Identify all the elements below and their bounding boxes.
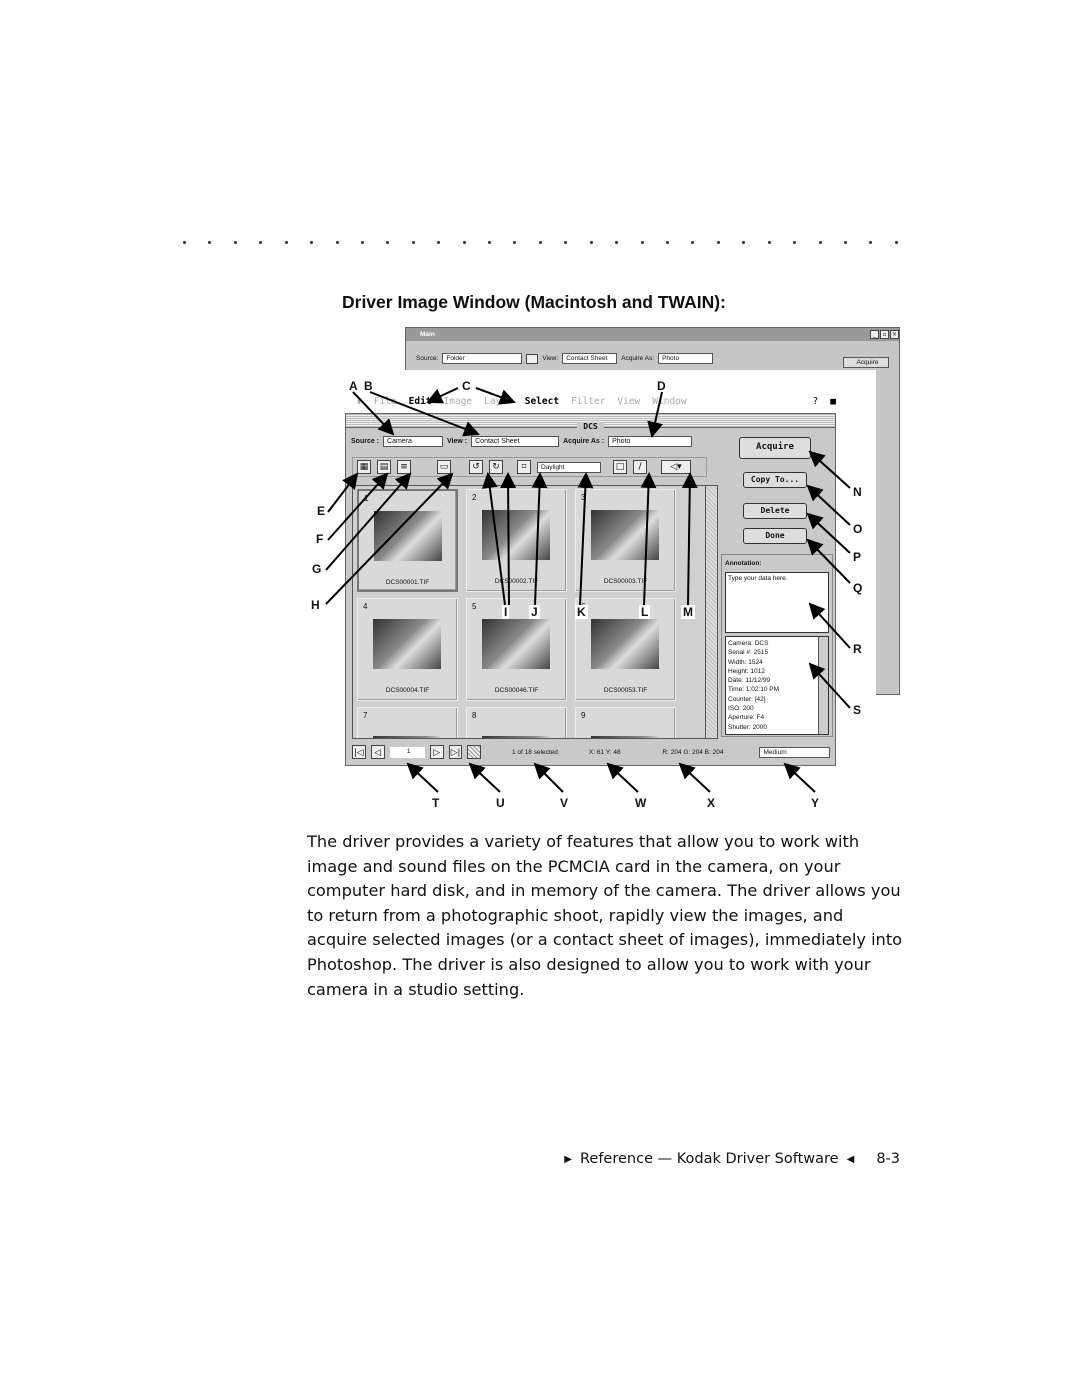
body-paragraph: The driver provides a variety of feature…	[307, 832, 903, 999]
callout-arrow	[808, 450, 851, 489]
triangle-left-icon: ◀	[846, 1153, 855, 1165]
callout-s: S	[853, 703, 862, 717]
callout-n: N	[853, 485, 862, 499]
callout-arrows	[325, 387, 851, 793]
page-footer: ▶ Reference — Kodak Driver Software ◀ 8-…	[564, 1151, 900, 1167]
callout-arrow	[647, 391, 663, 438]
callout-arrow	[426, 387, 459, 404]
callout-arrow	[325, 472, 412, 571]
callout-o: O	[853, 522, 863, 536]
callout-m: M	[681, 605, 695, 619]
callout-arrow	[531, 472, 548, 606]
callout-arrow	[808, 602, 851, 649]
callout-arrow	[533, 762, 564, 793]
callout-p: P	[853, 550, 862, 564]
callout-arrow	[500, 472, 517, 606]
callout-h: H	[311, 598, 320, 612]
callout-l: L	[639, 605, 651, 619]
callout-v: V	[560, 796, 569, 810]
callout-i: I	[502, 605, 510, 619]
callout-arrow	[606, 762, 639, 793]
callout-arrow	[468, 762, 501, 793]
callout-arrow	[681, 472, 698, 606]
callout-y: Y	[811, 796, 820, 810]
callout-t: T	[432, 796, 440, 810]
callout-q: Q	[853, 581, 863, 595]
callout-x: X	[707, 796, 716, 810]
callout-c: C	[462, 379, 471, 393]
callout-arrow	[327, 472, 359, 513]
footer-text: Reference — Kodak Driver Software	[579, 1151, 839, 1167]
triangle-right-icon: ▶	[564, 1153, 572, 1165]
callout-arrow	[406, 762, 439, 793]
callout-a: A	[349, 379, 358, 393]
callout-d: D	[657, 379, 666, 393]
callout-w: W	[635, 796, 647, 810]
callout-arrow	[481, 472, 506, 606]
callout-arrow	[783, 762, 816, 793]
callout-f: F	[316, 532, 324, 546]
callout-arrow	[327, 472, 389, 541]
callout-e: E	[317, 504, 326, 518]
callout-b: B	[364, 379, 373, 393]
callout-j: J	[529, 605, 540, 619]
callout-arrow	[640, 472, 657, 606]
callout-arrow	[808, 662, 851, 709]
callout-k: K	[575, 605, 588, 619]
callout-r: R	[853, 642, 862, 656]
callout-arrow	[475, 387, 516, 405]
callout-g: G	[312, 562, 322, 576]
page-number: 8-3	[876, 1151, 900, 1167]
callout-arrow	[577, 472, 594, 606]
callout-arrow	[325, 472, 454, 605]
callout-arrow	[678, 762, 711, 793]
callout-u: U	[496, 796, 505, 810]
